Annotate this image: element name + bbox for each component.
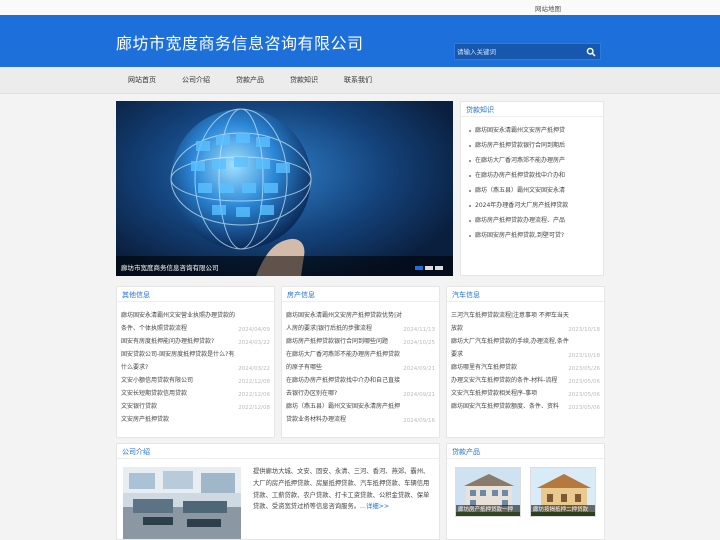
list-item[interactable]: 在廊坊大厂香河燕郊不能办理房产	[469, 156, 601, 171]
intro-body: 提供廊坊大城、文安、固安、永清、三河、香河、燕郊、霸州、大厂的房产抵押贷款、房屋…	[253, 468, 430, 511]
header: 廊坊市宽度商务信息咨询有限公司	[0, 15, 720, 67]
list-item[interactable]: 在廊坊办房产抵押贷款找中介办和自己直接去银行办区别在哪? 2024/09/21	[286, 374, 435, 400]
list-item[interactable]: 廊坊房产抵押贷款办理流程、产品	[469, 216, 601, 231]
list-item[interactable]: 2024年办理香河大厂房产抵押贷款	[469, 201, 601, 216]
list-item[interactable]: 廊坊固安永清霸州文安营业执照办理贷款的条件、个体执照贷款流程 2024/04/09	[121, 309, 270, 335]
product-caption[interactable]: 廊坊房产抵押贷款一押	[456, 505, 520, 516]
item-date: 2022/12/08	[238, 405, 270, 411]
item-date: 2024/03/22	[238, 340, 270, 346]
list-item[interactable]: 文安小额信用贷款有限公司 2022/12/08	[121, 374, 270, 387]
item-date: 2022/12/08	[238, 392, 270, 398]
site-title[interactable]: 廊坊市宽度商务信息咨询有限公司	[116, 30, 364, 54]
globe-image	[170, 108, 312, 276]
search-icon[interactable]	[586, 47, 596, 57]
knowledge-panel: 贷款知识 廊坊固安永清霸州文安房产抵押贷 廊坊房产抵押贷款银行合同到期后 在廊坊…	[460, 101, 604, 276]
list-item[interactable]: 廊坊（燕五县）霸州文安固安永清房产抵押贷款业务材料办理流程 2024/09/16	[286, 400, 435, 426]
main-nav: 网站首页 公司介绍 贷款产品 贷款知识 联系我们	[0, 67, 720, 94]
company-intro-panel: 公司介绍 提供廊坊大城、文安、固安、永清、三河、香河、燕郊、霸州、大厂的房产抵押…	[116, 443, 440, 540]
item-date: 2024/11/13	[403, 327, 435, 333]
item-title[interactable]: 文安房产抵押贷款	[121, 413, 270, 426]
item-date: 2024/04/09	[238, 327, 270, 333]
list-item[interactable]: 文安长短期贷款信用贷款 2022/12/08	[121, 387, 270, 400]
list-item[interactable]: 办理文安汽车抵押贷款的条件-材料-流程 2023/05/06	[451, 374, 600, 387]
item-date: 2023/05/06	[568, 379, 600, 385]
loan-products-panel: 贷款产品 廊坊房产抵押贷款一押 廊坊按揭抵押二押贷款	[446, 443, 605, 540]
item-date: 2024/03/22	[238, 366, 270, 372]
estate-list: 廊坊固安永清霸州文安房产抵押贷款优势|对人房的要求|银行后抵的步骤流程 2024/…	[286, 309, 435, 426]
product-card[interactable]: 廊坊房产抵押贷款一押	[455, 467, 521, 517]
list-item[interactable]: 固安有房度抵押能问办理抵押贷款? 2024/03/22	[121, 335, 270, 348]
item-date: 2024/09/16	[403, 418, 435, 424]
item-date: 2023/10/18	[568, 353, 600, 359]
item-date: 2023/05/06	[568, 405, 600, 411]
list-item[interactable]: 文安汽车抵押贷款相关程序-事项 2023/05/06	[451, 387, 600, 400]
item-date: 2023/05/06	[568, 392, 600, 398]
search-box	[454, 43, 601, 60]
car-info-panel: 汽车信息 三河汽车抵押贷款流程|注意事项 不押车当天放款 2023/10/18 廊…	[446, 286, 605, 438]
item-date: 2022/12/08	[238, 379, 270, 385]
slider-dots	[413, 264, 443, 272]
office-photo	[123, 467, 241, 539]
list-item[interactable]: 廊坊房产抵押贷款银行合同到哪些问题 2024/10/25	[286, 335, 435, 348]
list-item[interactable]: 廊坊固安永清霸州文安房产抵押贷	[469, 126, 601, 141]
slider-caption: 廊坊市宽度商务信息咨询有限公司	[121, 264, 219, 272]
nav-item-about[interactable]: 公司介绍	[182, 75, 210, 85]
panel-title[interactable]: 贷款产品	[452, 447, 480, 457]
panel-header: 贷款知识	[461, 102, 603, 117]
item-date: 2024/09/21	[403, 392, 435, 398]
list-item[interactable]: 在廊坊大厂香河燕郊不能办理房产抵押贷款的原子有哪些 2024/09/21	[286, 348, 435, 374]
panel-header: 其他信息	[117, 287, 274, 302]
nav-item-knowledge[interactable]: 贷款知识	[290, 75, 318, 85]
item-date: 2023/10/18	[568, 327, 600, 333]
panel-header: 汽车信息	[447, 287, 604, 302]
list-item[interactable]: 文安银行贷款 2022/12/08	[121, 400, 270, 413]
list-item[interactable]: 固安贷款公司-固安房度抵押贷款是什么?有什么要求? 2024/03/22	[121, 348, 270, 374]
list-item[interactable]: 三河汽车抵押贷款流程|注意事项 不押车当天放款 2023/10/18	[451, 309, 600, 335]
car-list: 三河汽车抵押贷款流程|注意事项 不押车当天放款 2023/10/18 廊坊大厂汽车…	[451, 309, 600, 413]
list-item[interactable]: 廊坊大厂汽车抵押贷款的手续,办理流程,条件要求 2023/10/18	[451, 335, 600, 361]
product-card[interactable]: 廊坊按揭抵押二押贷款	[530, 467, 596, 517]
nav-item-products[interactable]: 贷款产品	[236, 75, 264, 85]
list-item[interactable]: 廊坊哪里有汽车抵押贷款 2023/05/26	[451, 361, 600, 374]
list-item[interactable]: 廊坊固安永清霸州文安房产抵押贷款优势|对人房的要求|银行后抵的步骤流程 2024/…	[286, 309, 435, 335]
panel-title[interactable]: 汽车信息	[452, 290, 480, 300]
item-date: 2024/10/25	[403, 340, 435, 346]
list-item[interactable]: 廊坊固安汽车抵押贷款额度、条件、资料 2023/05/06	[451, 400, 600, 413]
panel-header: 房产信息	[282, 287, 439, 302]
slider-caption-bar: 廊坊市宽度商务信息咨询有限公司	[116, 256, 453, 276]
list-item[interactable]: 廊坊固安房产抵押贷款,到壁可贷?	[469, 231, 601, 246]
panel-header: 贷款产品	[447, 444, 604, 459]
other-list: 廊坊固安永清霸州文安营业执照办理贷款的条件、个体执照贷款流程 2024/04/09…	[121, 309, 270, 426]
slider-dot[interactable]	[415, 266, 423, 270]
slider-dot[interactable]	[435, 266, 443, 270]
list-item[interactable]: 文安房产抵押贷款	[121, 413, 270, 426]
list-item[interactable]: 廊坊房产抵押贷款银行合同到期后	[469, 141, 601, 156]
top-bar: 网站地图	[0, 0, 720, 15]
panel-title[interactable]: 房产信息	[287, 290, 315, 300]
item-date: 2024/09/21	[403, 366, 435, 372]
list-item[interactable]: 在廊坊办房产抵押贷款找中介办和	[469, 171, 601, 186]
search-input[interactable]	[457, 45, 582, 58]
item-date: 2023/05/26	[568, 366, 600, 372]
panel-title[interactable]: 其他信息	[122, 290, 150, 300]
estate-info-panel: 房产信息 廊坊固安永清霸州文安房产抵押贷款优势|对人房的要求|银行后抵的步骤流程…	[281, 286, 440, 438]
intro-text: 提供廊坊大城、文安、固安、永清、三河、香河、燕郊、霸州、大厂的房产抵押贷款、房屋…	[253, 466, 435, 513]
knowledge-list: 廊坊固安永清霸州文安房产抵押贷 廊坊房产抵押贷款银行合同到期后 在廊坊大厂香河燕…	[469, 126, 601, 246]
panel-title[interactable]: 公司介绍	[122, 447, 150, 457]
panel-title[interactable]: 贷款知识	[466, 105, 494, 115]
slider-dot[interactable]	[425, 266, 433, 270]
list-item[interactable]: 廊坊（燕五县）霸州文安固安永清	[469, 186, 601, 201]
other-info-panel: 其他信息 廊坊固安永清霸州文安营业执照办理贷款的条件、个体执照贷款流程 2024/…	[116, 286, 275, 438]
nav-item-contact[interactable]: 联系我们	[344, 75, 372, 85]
nav-item-home[interactable]: 网站首页	[128, 75, 156, 85]
product-caption[interactable]: 廊坊按揭抵押二押贷款	[531, 505, 595, 516]
office-image	[123, 467, 241, 539]
panel-header: 公司介绍	[117, 444, 439, 459]
sitemap-link[interactable]: 网站地图	[535, 3, 561, 13]
banner-slider[interactable]: 廊坊市宽度商务信息咨询有限公司	[116, 101, 453, 276]
read-more-link[interactable]: ...详细>>	[360, 503, 389, 510]
